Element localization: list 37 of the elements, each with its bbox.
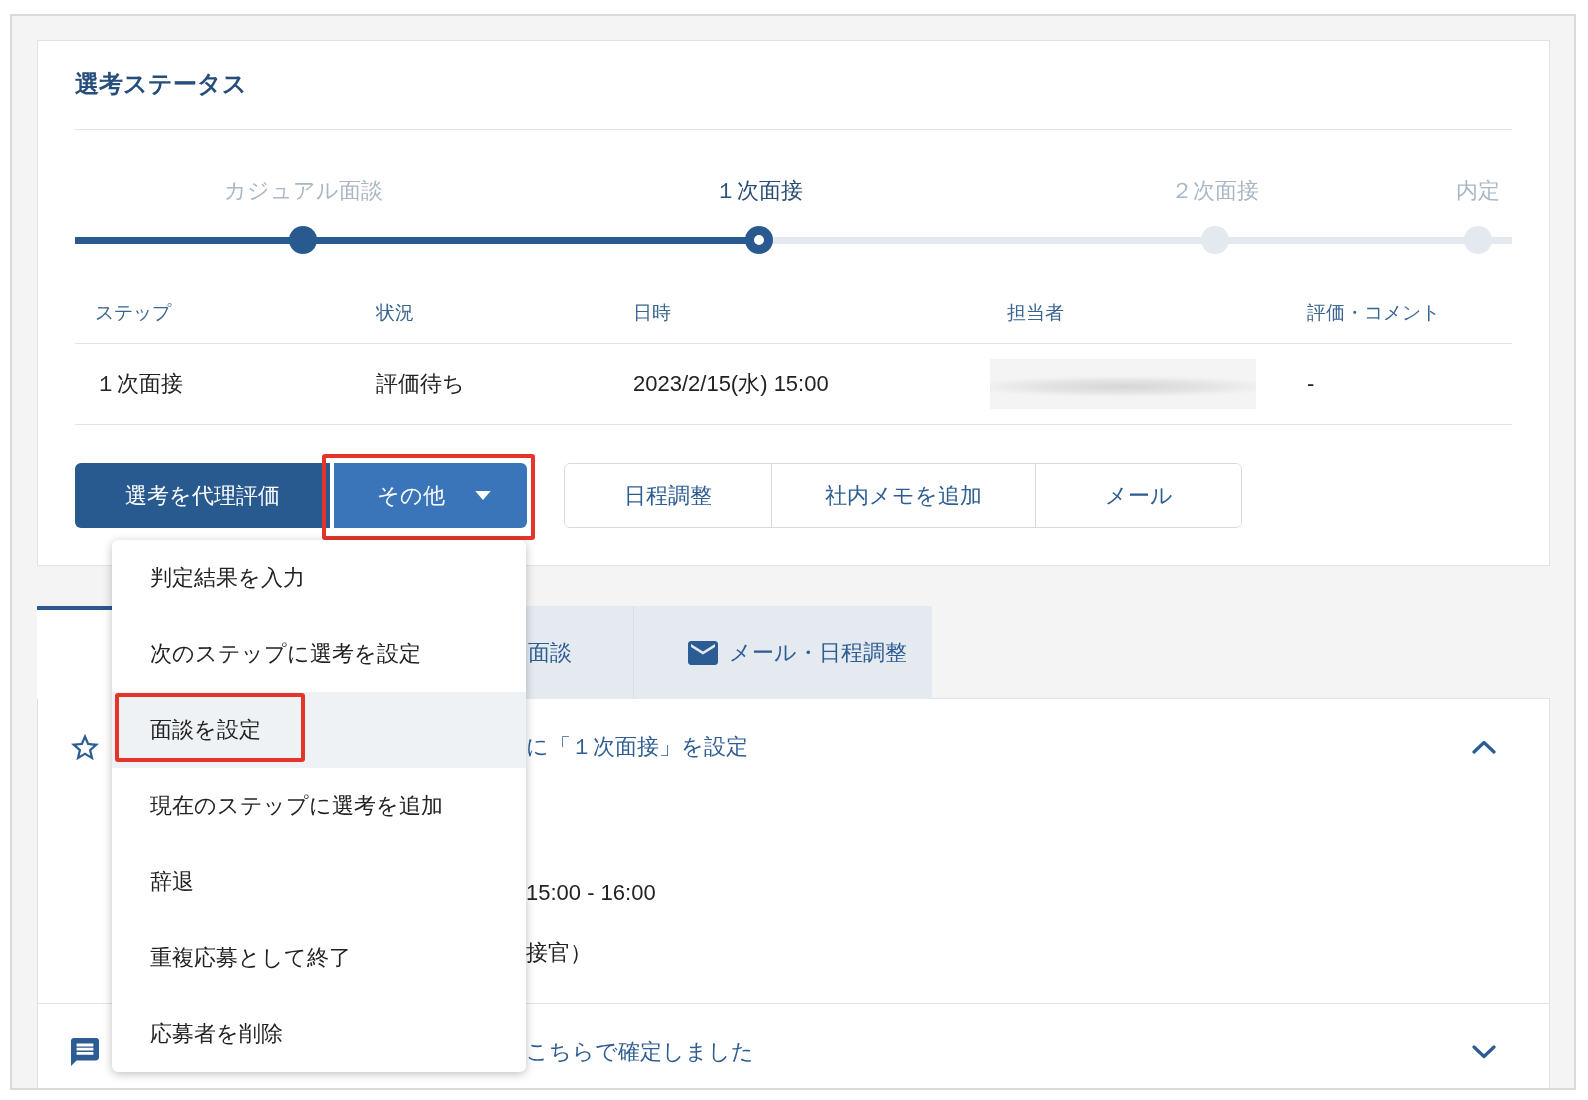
tab[interactable]: 面談 [526,606,633,699]
step-label: １次面接 [715,177,803,205]
table-cell-text: 2023/2/15(水) 15:00 [633,370,829,398]
chat-bubble-icon [71,1038,99,1066]
section-title: 選考ステータス [75,69,247,99]
detail-text: 接官） [526,939,592,967]
step-label: ２次面接 [1171,177,1259,205]
menu-item[interactable]: 現在のステップに選考を追加 [112,768,526,844]
table-cell-text: - [1307,370,1315,398]
column-header: 日時 [633,301,671,325]
column-header: ステップ [95,301,171,325]
menu-item[interactable]: 面談を設定 [112,692,526,768]
action-button[interactable]: 選考を代理評価 [75,463,330,528]
dropdown-button[interactable]: その他 [334,463,527,528]
menu-item[interactable]: 重複応募として終了 [112,920,526,996]
envelope-icon [688,640,718,665]
table-cell-text: 評価待ち [376,370,465,398]
chevron-down-icon[interactable] [1472,1045,1496,1059]
chevron-up-icon[interactable] [1472,740,1496,754]
timeline-title: に「１次面接」を設定 [526,733,748,761]
menu-item[interactable]: 次のステップに選考を設定 [112,616,526,692]
action-button[interactable]: メール [1035,464,1241,527]
tab[interactable] [37,606,112,699]
tab[interactable]: メール・日程調整 [633,606,932,699]
table-cell-text: １次面接 [95,370,183,398]
star-icon [71,733,99,761]
menu-item[interactable]: 応募者を削除 [112,996,526,1072]
column-header: 担当者 [1007,301,1064,325]
caret-icon [474,491,491,500]
column-header: 評価・コメント [1307,301,1440,325]
step-label: カジュアル面談 [223,177,383,205]
menu-item[interactable]: 辞退 [112,844,526,920]
column-header: 状況 [376,301,414,325]
detail-text: 15:00 - 16:00 [526,879,656,907]
menu-item[interactable]: 判定結果を入力 [112,540,526,616]
step-label: 内定 [1455,177,1500,205]
timeline-title: こちらで確定しました [526,1038,754,1066]
